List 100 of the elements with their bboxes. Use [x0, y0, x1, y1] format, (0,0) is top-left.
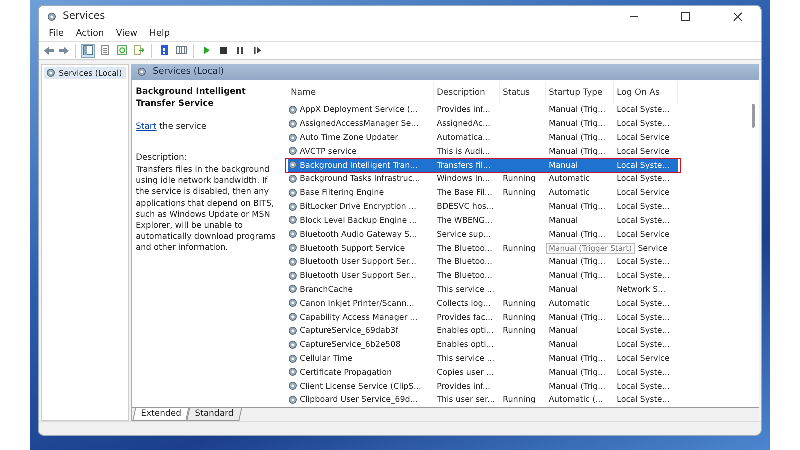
service-row[interactable]: AppX Deployment Service (... Provides inf... Manual (Trig... Local Syste... — [288, 103, 678, 117]
log-on-cell-text: Local Syste... — [616, 160, 671, 170]
startup-type-cell-text: Manual (Trig... — [548, 133, 607, 142]
startup-type-cell-text: Manual (Trig... — [548, 382, 607, 391]
startup-type-cell-text: Manual — [548, 326, 580, 336]
name-cell: BranchCache — [288, 284, 434, 294]
service-row[interactable]: Clipboard User Service_69d... This user ser... Running Automatic (... Local Syste... — [288, 393, 678, 407]
view-tab[interactable]: Extended — [132, 408, 190, 421]
status-cell-text: Running — [502, 312, 537, 322]
service-gear-icon — [288, 354, 298, 364]
name-cell: Background Tasks Infrastruc... — [288, 174, 434, 184]
startup-type-cell-text: Automatic — [548, 188, 592, 198]
service-row[interactable]: Background Tasks Infrastruc... Windows In... Running Automatic Local Syste... — [288, 172, 678, 186]
service-gear-icon — [288, 243, 298, 254]
description-cell-text: AssignedAc... — [436, 119, 492, 128]
start-link[interactable]: Start — [136, 122, 157, 132]
name-cell: AppX Deployment Service (... — [288, 104, 434, 115]
maximize-icon — [681, 12, 691, 22]
startup-type-cell-text: Manual — [548, 216, 580, 225]
service-row[interactable]: Auto Time Zone Updater Automatica... Manual (Trig... Local Service — [288, 130, 678, 144]
service-row[interactable]: Base Filtering Engine The Base Fil... Running Automatic Local Service — [288, 186, 678, 200]
export-icon[interactable] — [132, 44, 146, 58]
service-row[interactable]: Capability Access Manager ... Provides fac... Running Manual (Trig... Local Syste... — [288, 310, 678, 324]
service-gear-icon — [288, 367, 298, 378]
service-row[interactable]: Certificate Propagation Copies user ... Manual (Trig... Local Syste... — [288, 365, 678, 380]
service-row[interactable]: CaptureService_69dab3f Enables opti... Running Manual Local Syste... — [288, 324, 678, 338]
log-on-cell-text: Local Syste... — [616, 202, 671, 212]
name-cell: Bluetooth User Support Ser... — [288, 256, 434, 267]
service-row[interactable]: Bluetooth Audio Gateway S... Service sup... Manual (Trig... Local Service — [288, 227, 678, 242]
column-header[interactable]: Startup Type — [546, 82, 614, 103]
startup-type-cell-text: Manual (Trig... — [548, 230, 607, 239]
gear-icon — [46, 68, 56, 78]
view-tab[interactable]: Standard — [187, 408, 242, 421]
status-cell-text: Running — [502, 174, 537, 184]
service-row[interactable]: Background Intelligent Tran... Transfers fil... Manual Local Syste... — [288, 158, 678, 172]
service-row[interactable]: AssignedAccessManager Se... AssignedAc... Manual (Trig... Local Syste... — [288, 116, 678, 131]
service-gear-icon — [288, 174, 298, 184]
close-icon — [733, 12, 743, 22]
description-cell-text: Collects log... — [436, 298, 492, 308]
service-row[interactable]: Block Level Backup Engine ... The WBENG... Manual Local Syste... — [288, 214, 678, 228]
column-header[interactable]: Log On As — [614, 82, 678, 103]
forward-icon[interactable] — [58, 46, 70, 56]
service-row[interactable]: CaptureService_6b2e508 Enables opti... Manual Local Syste... — [288, 338, 678, 352]
log-on-cell-text: Local Syste... — [616, 312, 671, 322]
log-on-cell-text: Local Syste... — [616, 368, 671, 377]
description-cell-text: Transfers fil... — [436, 160, 492, 170]
description-cell-text: The WBENG... — [436, 216, 494, 225]
status-cell-text: Running — [502, 298, 537, 308]
description-cell-text: Automatica... — [436, 133, 492, 142]
column-header[interactable]: Name — [288, 82, 434, 103]
description-cell-text: The Bluetoo... — [436, 271, 494, 280]
gear-icon — [137, 67, 147, 77]
service-action-text: the service — [158, 122, 207, 132]
service-row[interactable]: AVCTP service This is Audi... Manual (Trig... Local Service — [288, 144, 678, 158]
window-title: Services — [63, 11, 106, 22]
service-gear-icon — [288, 118, 298, 129]
service-row[interactable]: Bluetooth User Support Ser... The Bluetoo... Manual (Trig... Local Syste... — [288, 268, 678, 283]
service-row[interactable]: BranchCache This service ... Manual Network S... — [288, 282, 678, 296]
menu-item[interactable]: Help — [144, 29, 176, 39]
console-tree-icon[interactable] — [81, 44, 95, 58]
name-cell: Block Level Backup Engine ... — [288, 215, 434, 226]
services-app-icon — [47, 12, 57, 22]
log-on-cell-text: Local Syste... — [616, 119, 671, 128]
column-header[interactable]: Status — [500, 82, 546, 103]
log-on-cell-text: Network S... — [616, 284, 667, 294]
service-row[interactable]: BitLocker Drive Encryption ... BDESVC hos... Manual (Trig... Local Syste... — [288, 200, 678, 214]
name-cell: Client License Service (ClipS... — [288, 381, 434, 392]
column-header[interactable]: Description — [434, 82, 500, 103]
log-on-cell-text: Local Syste... — [616, 395, 671, 404]
description-cell-text: Enables opti... — [436, 340, 495, 350]
columns-icon[interactable] — [174, 44, 188, 58]
refresh-icon[interactable] — [115, 44, 129, 58]
service-row[interactable]: Canon Inkjet Printer/Scann... Collects log... Running Automatic Local Syste... — [288, 296, 678, 310]
startup-type-cell-text: Automatic — [548, 298, 592, 308]
scrollbar-thumb[interactable] — [752, 104, 755, 128]
description-cell-text: This service ... — [436, 284, 496, 294]
service-row[interactable]: Cellular Time This service ... Manual (Trig... Local Service — [288, 352, 678, 366]
menu-item[interactable]: View — [110, 29, 144, 39]
service-gear-icon — [288, 326, 298, 336]
name-cell: Canon Inkjet Printer/Scann... — [288, 298, 434, 308]
back-icon[interactable] — [43, 46, 55, 56]
service-gear-icon — [288, 146, 298, 156]
menu-item[interactable]: File — [43, 29, 70, 39]
startup-type-cell-text: Manual (Trig... — [548, 257, 607, 266]
description-cell-text: Service sup... — [436, 230, 492, 239]
log-on-cell-text: Local Syste... — [616, 340, 671, 350]
name-cell: Auto Time Zone Updater — [288, 132, 434, 143]
name-cell: CaptureService_6b2e508 — [288, 340, 434, 350]
service-gear-icon — [288, 160, 298, 170]
description-label: Description: — [136, 153, 188, 164]
service-row[interactable]: Bluetooth User Support Ser... The Bluetoo... Manual (Trig... Local Syste... — [288, 254, 678, 269]
description-text: Transfers files in the background using idle network bandwidth. If the service is disabled, then any applications that depend on BITS, such as Windows Update or MSN Explorer, will be unable to automatically download programs and other information. — [136, 164, 276, 254]
status-cell-text: Running — [502, 326, 537, 336]
description-cell-text: This service ... — [436, 354, 496, 364]
service-gear-icon — [288, 256, 298, 267]
menu-item[interactable]: Action — [70, 29, 110, 39]
log-on-cell-text: Local Service — [616, 133, 671, 142]
tree-item[interactable]: Services (Local) — [44, 67, 126, 79]
startup-type-cell-text: Manual (Trig... — [548, 312, 607, 322]
service-row[interactable]: Client License Service (ClipS... Provides inf... Manual (Trig... Local Syste... — [288, 379, 678, 394]
